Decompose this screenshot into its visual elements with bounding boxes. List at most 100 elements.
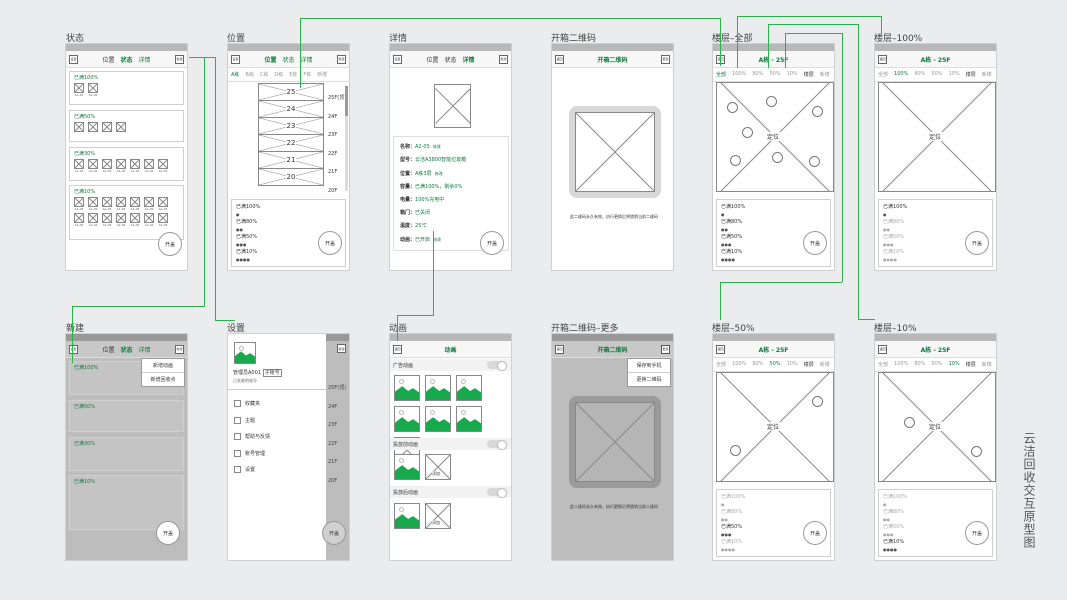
- open-lid-button[interactable]: 开盖: [480, 231, 504, 255]
- new-recycle-point-item[interactable]: 新增回收点: [142, 373, 184, 386]
- open-lid-button[interactable]: 开盖: [803, 521, 827, 545]
- floor-tab[interactable]: 楼层: [966, 361, 976, 368]
- building-tab[interactable]: A栋: [231, 71, 239, 78]
- back-button[interactable]: 返回: [716, 344, 725, 354]
- bin-cell[interactable]: A1-05: [102, 159, 112, 173]
- bin-cell[interactable]: A1-05: [74, 213, 84, 227]
- filter-tab[interactable]: 全部: [878, 71, 888, 78]
- animation-thumb[interactable]: [456, 406, 482, 432]
- edit-link[interactable]: 修改: [433, 144, 441, 149]
- bin-cell[interactable]: A1-05: [116, 213, 126, 227]
- bin-cell[interactable]: A1-05: [144, 213, 154, 227]
- filter-tab[interactable]: 80%: [914, 361, 925, 368]
- filter-tab[interactable]: 10%: [787, 361, 798, 368]
- edit-link[interactable]: 修改: [433, 237, 441, 242]
- floor-stack[interactable]: 25 24 23 22 21 20: [258, 83, 324, 192]
- post-animation-toggle[interactable]: [487, 488, 507, 498]
- animation-thumb[interactable]: [394, 503, 420, 529]
- new-button[interactable]: 新建: [499, 54, 508, 64]
- bin-cell[interactable]: A1-05: [74, 159, 84, 173]
- filter-tab[interactable]: 全部: [716, 71, 726, 78]
- settings-menu-item[interactable]: 设置: [234, 462, 270, 479]
- open-lid-button[interactable]: 开盖: [803, 231, 827, 255]
- floor-block[interactable]: 23: [258, 117, 324, 135]
- tab-location[interactable]: 位置: [102, 345, 114, 354]
- floor-block[interactable]: 20: [258, 168, 324, 186]
- locate-label[interactable]: 定位: [927, 422, 944, 431]
- bin-marker[interactable]: [730, 445, 741, 456]
- bin-cell[interactable]: A1-05: [116, 197, 126, 211]
- open-lid-button[interactable]: 开盖: [965, 521, 989, 545]
- animation-thumb[interactable]: [456, 375, 482, 401]
- tab-status[interactable]: 状态: [282, 55, 294, 64]
- status-card[interactable]: 已满30% A1-05 A1-05 A1-05 A1-05 A1-05 A1-05 A1-0…: [69, 147, 184, 181]
- filter-tab[interactable]: 80%: [752, 361, 763, 368]
- add-animation-button[interactable]: 添加: [425, 454, 451, 480]
- filter-tab[interactable]: 50%: [931, 361, 942, 368]
- settings-menu-item[interactable]: 账号管理: [234, 446, 270, 463]
- floor-block[interactable]: 25: [258, 83, 324, 101]
- building-tab[interactable]: B栋: [245, 71, 253, 78]
- new-button[interactable]: 新建: [175, 344, 184, 354]
- status-card[interactable]: 已满100% A1-05 A1-05: [69, 71, 184, 105]
- tab-location[interactable]: 位置: [426, 55, 438, 64]
- filter-tab[interactable]: 100%: [894, 361, 908, 368]
- filter-tab[interactable]: 100%: [732, 71, 746, 78]
- bin-cell[interactable]: A1-05: [102, 213, 112, 227]
- bin-cell[interactable]: A1-05: [130, 197, 140, 211]
- filter-tab[interactable]: 10%: [949, 71, 960, 78]
- filter-tab[interactable]: 10%: [949, 361, 960, 368]
- tab-status[interactable]: 状态: [120, 345, 132, 354]
- filter-tab[interactable]: 50%: [769, 71, 780, 78]
- more-button[interactable]: 更多: [661, 54, 670, 64]
- add-animation-button[interactable]: 添加: [425, 503, 451, 529]
- bin-marker[interactable]: [971, 446, 982, 457]
- animation-thumb[interactable]: [425, 375, 451, 401]
- floor-tab[interactable]: 楼层: [804, 71, 814, 78]
- bin-marker[interactable]: [766, 96, 777, 107]
- new-button[interactable]: 新建: [337, 344, 346, 353]
- animation-thumb[interactable]: [394, 375, 420, 401]
- tab-location[interactable]: 位置: [264, 55, 276, 64]
- tab-detail[interactable]: 详情: [463, 55, 475, 64]
- settings-button[interactable]: 设置: [393, 54, 402, 64]
- bin-marker[interactable]: [730, 155, 741, 166]
- filter-tab[interactable]: 100%: [732, 361, 746, 368]
- floor-block[interactable]: 21: [258, 151, 324, 169]
- filter-tab[interactable]: 80%: [914, 71, 925, 78]
- tab-location[interactable]: 位置: [102, 55, 114, 64]
- settings-button[interactable]: 设置: [69, 54, 78, 64]
- open-lid-button[interactable]: 开盖: [965, 231, 989, 255]
- open-lid-button[interactable]: 开盖: [156, 521, 180, 545]
- bin-cell[interactable]: A1-05: [158, 197, 168, 211]
- replace-qr-item[interactable]: 更换二维码: [628, 373, 670, 386]
- bin-cell[interactable]: A1-05: [102, 197, 112, 211]
- pre-animation-toggle[interactable]: [487, 440, 507, 450]
- new-button[interactable]: 新建: [175, 54, 184, 64]
- tab-status[interactable]: 状态: [120, 55, 132, 64]
- bin-marker[interactable]: [809, 156, 820, 167]
- filter-tab[interactable]: 10%: [787, 71, 798, 78]
- bin-cell[interactable]: A1-05: [74, 197, 84, 211]
- ad-animation-toggle[interactable]: [487, 361, 507, 371]
- bin-cell[interactable]: A1-05: [88, 213, 98, 227]
- new-floor-tab[interactable]: 新楼: [820, 361, 830, 368]
- bin-marker[interactable]: [772, 152, 783, 163]
- tab-detail[interactable]: 详情: [139, 345, 151, 354]
- settings-button[interactable]: 设置: [69, 344, 78, 354]
- open-lid-button[interactable]: 开盖: [158, 232, 182, 256]
- back-button[interactable]: 返回: [878, 344, 887, 354]
- bin-cell[interactable]: A1-05: [158, 159, 168, 173]
- bin-cell[interactable]: A1-05: [130, 159, 140, 173]
- new-floor-tab[interactable]: 新楼: [820, 71, 830, 78]
- animation-thumb[interactable]: [394, 454, 420, 480]
- bin-cell[interactable]: A1-05: [130, 213, 140, 227]
- back-button[interactable]: 返回: [555, 54, 564, 64]
- animation-thumb[interactable]: [394, 406, 420, 432]
- bin-cell[interactable]: A1-05: [116, 159, 126, 173]
- filter-tab[interactable]: 全部: [716, 361, 726, 368]
- settings-menu-item[interactable]: 主题: [234, 413, 270, 430]
- building-tab[interactable]: F栋: [303, 71, 311, 78]
- settings-button[interactable]: 设置: [231, 54, 240, 64]
- back-button[interactable]: 返回: [878, 54, 887, 64]
